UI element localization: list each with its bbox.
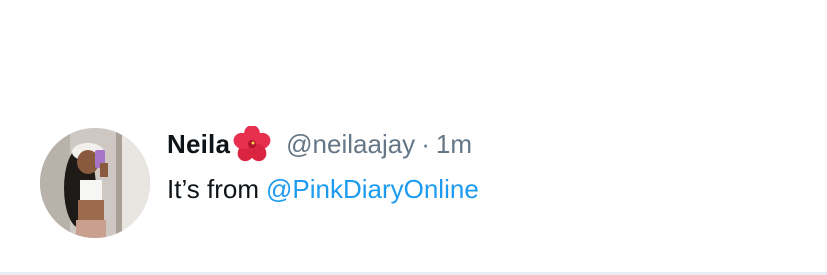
author-handle[interactable]: @neilaajay — [286, 129, 415, 160]
hibiscus-icon — [232, 126, 272, 162]
tweet-text-prefix: It’s from — [167, 173, 259, 204]
avatar[interactable] — [40, 128, 150, 238]
author-name[interactable]: Neila — [167, 129, 230, 160]
avatar-photo — [40, 128, 150, 238]
tweet-card[interactable]: Neila @neilaajay · 1m It’s from @PinkDia… — [0, 0, 827, 275]
tweet-text: It’s from @PinkDiaryOnline — [167, 170, 479, 208]
tweet-header: Neila @neilaajay · 1m — [167, 124, 472, 164]
mention-link[interactable]: @PinkDiaryOnline — [266, 174, 479, 205]
timestamp[interactable]: 1m — [436, 129, 472, 160]
separator-dot: · — [421, 128, 430, 159]
